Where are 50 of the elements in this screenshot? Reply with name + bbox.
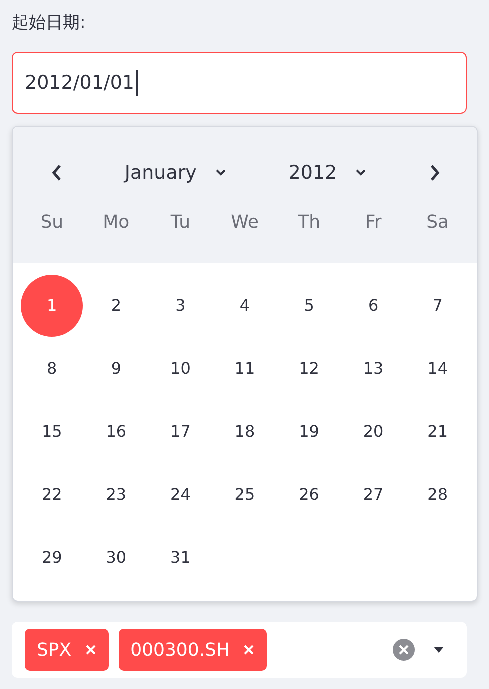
calendar-day[interactable]: 9	[85, 338, 148, 400]
calendar-day[interactable]: 7	[406, 274, 469, 336]
calendar-day[interactable]: 14	[406, 338, 469, 400]
weekday-label: Th	[298, 212, 320, 233]
year-dropdown[interactable]: 2012	[288, 162, 368, 184]
calendar-day[interactable]: 21	[406, 400, 469, 462]
calendar-day[interactable]: 2	[85, 274, 148, 336]
calendar-day[interactable]: 19	[278, 400, 340, 462]
calendar-day[interactable]: 3	[150, 274, 212, 336]
calendar-day[interactable]: 22	[21, 464, 84, 526]
clear-icon[interactable]	[393, 639, 415, 661]
remove-icon[interactable]	[84, 644, 97, 656]
calendar-day[interactable]: 16	[85, 400, 148, 462]
calendar-day[interactable]: 15	[21, 400, 84, 462]
calendar-day[interactable]: 10	[150, 338, 212, 400]
calendar-day[interactable]: 12	[278, 338, 340, 400]
calendar-day[interactable]: 28	[406, 464, 469, 526]
calendar-day[interactable]: 24	[150, 464, 212, 526]
weekday-label: We	[231, 212, 259, 233]
calendar-day[interactable]: 27	[342, 464, 405, 526]
calendar-day[interactable]: 8	[21, 338, 84, 400]
chevron-down-icon	[355, 169, 368, 177]
calendar-day[interactable]: 6	[342, 274, 405, 336]
calendar-day[interactable]: 11	[214, 338, 276, 400]
weekday-label: Sa	[426, 212, 450, 233]
calendar-day[interactable]: 26	[278, 464, 340, 526]
calendar-day[interactable]: 23	[85, 464, 148, 526]
calendar-day[interactable]: 30	[85, 526, 148, 588]
calendar-day[interactable]: 20	[342, 400, 405, 462]
calendar-day[interactable]: 18	[214, 400, 276, 462]
chevron-down-icon	[214, 169, 227, 177]
calendar-day[interactable]: 29	[21, 526, 84, 588]
text-cursor	[136, 70, 138, 96]
weekday-label: Su	[40, 212, 64, 233]
weekday-label: Mo	[103, 212, 130, 233]
month-dropdown[interactable]: January	[124, 162, 227, 184]
next-month-icon[interactable]	[428, 164, 441, 182]
date-input-field[interactable]: 2012/01/01	[12, 52, 467, 114]
previous-month-icon[interactable]	[51, 164, 63, 182]
weekday-label: Tu	[170, 212, 191, 233]
field-label: 起始日期:	[12, 12, 86, 35]
calendar-day[interactable]: 17	[150, 400, 212, 462]
calendar-day[interactable]: 31	[150, 526, 212, 588]
dropdown-caret-icon[interactable]	[433, 646, 445, 654]
calendar-day[interactable]: 4	[214, 274, 276, 336]
calendar-day[interactable]: 25	[214, 464, 276, 526]
weekday-label: Fr	[365, 212, 382, 233]
remove-icon[interactable]	[243, 644, 256, 656]
calendar-day[interactable]: 13	[342, 338, 405, 400]
calendar-day[interactable]: 5	[278, 274, 340, 336]
